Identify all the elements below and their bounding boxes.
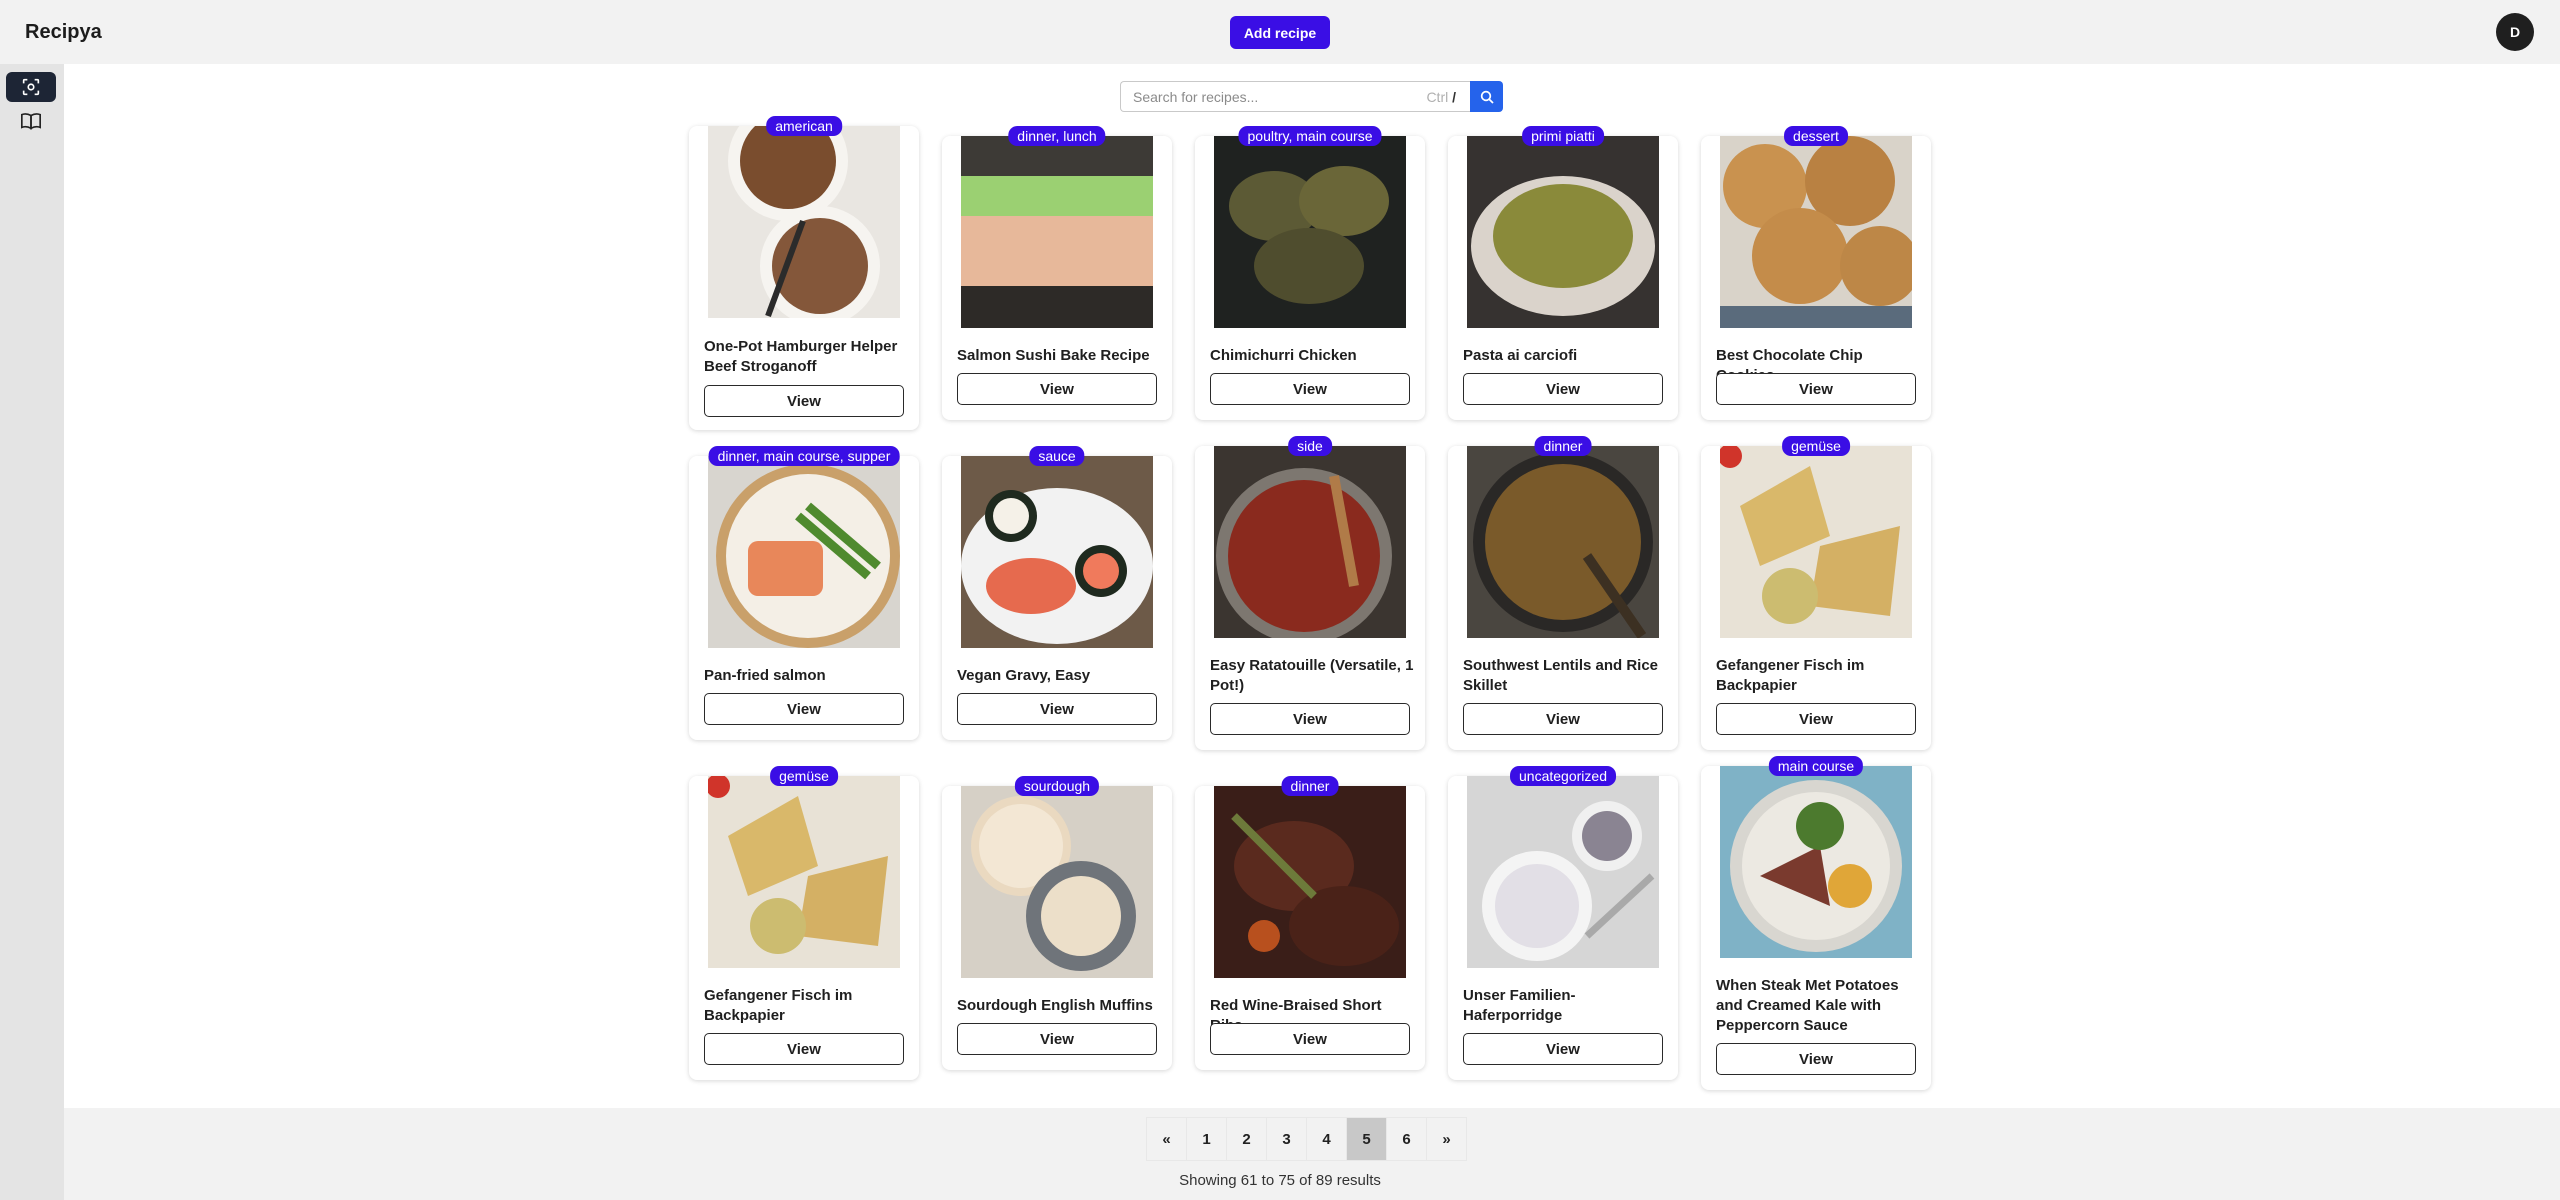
view-button[interactable]: View [1716, 703, 1916, 735]
book-icon [21, 113, 41, 130]
view-button[interactable]: View [1210, 373, 1410, 405]
recipe-title: When Steak Met Potatoes and Creamed Kale… [1716, 977, 1899, 1034]
pagination-page-3[interactable]: 3 [1266, 1117, 1307, 1161]
app-title[interactable]: Recipya [25, 21, 102, 44]
recipe-title: Southwest Lentils and Rice Skillet [1463, 657, 1659, 694]
view-button[interactable]: View [704, 385, 904, 417]
view-button[interactable]: View [704, 1033, 904, 1065]
recipe-image[interactable] [961, 456, 1153, 648]
recipe-card: dinner Red Wine-Braised Short Ribs View [1195, 776, 1425, 1070]
category-tag: gemüse [770, 766, 838, 786]
add-recipe-button[interactable]: Add recipe [1230, 16, 1330, 49]
recipe-card: uncategorized Unser Familien-Haferporrid… [1448, 766, 1678, 1080]
recipe-card: gemüse Gefangener Fisch im Backpapier Vi… [689, 766, 919, 1080]
category-tag: dinner, lunch [1008, 126, 1106, 146]
recipe-title: Gefangener Fisch im Backpapier [704, 987, 853, 1024]
pagination: « 1 2 3 4 5 6 » [1146, 1117, 1467, 1161]
recipe-card: american One-Pot Hamburger Helper Beef S… [689, 116, 919, 430]
category-tag: uncategorized [1510, 766, 1616, 786]
category-tag: american [766, 116, 842, 136]
category-tag: dessert [1784, 126, 1848, 146]
user-avatar[interactable]: D [2496, 13, 2534, 51]
view-button[interactable]: View [1210, 1023, 1410, 1055]
pagination-page-5[interactable]: 5 [1346, 1117, 1387, 1161]
recipe-card: dinner, main course, supper Pan-fried sa… [689, 446, 919, 740]
search-shortcut-hint: Ctrl / [1426, 89, 1456, 105]
search-icon [1480, 90, 1494, 104]
category-tag: primi piatti [1522, 126, 1604, 146]
recipe-title: Pan-fried salmon [704, 667, 826, 684]
sidebar-item-cookbooks[interactable] [6, 106, 56, 136]
recipe-title: Easy Ratatouille (Versatile, 1 Pot!) [1210, 657, 1414, 694]
pagination-page-6[interactable]: 6 [1386, 1117, 1427, 1161]
recipe-image[interactable] [1214, 786, 1406, 978]
recipe-image[interactable] [1720, 136, 1912, 328]
recipe-image[interactable] [1467, 446, 1659, 638]
recipe-card: gemüse Gefangener Fisch im Backpapier Vi… [1701, 436, 1931, 750]
category-tag: sourdough [1014, 776, 1100, 796]
search-button[interactable] [1470, 81, 1503, 112]
recipe-image[interactable] [1467, 136, 1659, 328]
recipe-image[interactable] [1467, 776, 1659, 968]
pagination-page-2[interactable]: 2 [1226, 1117, 1267, 1161]
pagination-page-4[interactable]: 4 [1306, 1117, 1347, 1161]
results-count: Showing 61 to 75 of 89 results [1179, 1172, 1381, 1189]
recipe-image[interactable] [1214, 446, 1406, 638]
recipe-image[interactable] [961, 136, 1153, 328]
recipe-image[interactable] [1214, 136, 1406, 328]
sidebar [0, 64, 64, 1200]
category-tag: dinner, main course, supper [708, 446, 900, 466]
pagination-page-1[interactable]: 1 [1186, 1117, 1227, 1161]
recipe-card: poultry, main course Chimichurri Chicken… [1195, 126, 1425, 420]
view-button[interactable]: View [1463, 373, 1663, 405]
recipe-title: Sourdough English Muffins [957, 997, 1153, 1014]
view-button[interactable]: View [1716, 1043, 1916, 1075]
category-tag: dinner [1534, 436, 1592, 456]
recipe-title: Chimichurri Chicken [1210, 347, 1357, 364]
category-tag: sauce [1029, 446, 1085, 466]
recipe-title: Pasta ai carciofi [1463, 347, 1578, 364]
view-button[interactable]: View [704, 693, 904, 725]
view-button[interactable]: View [957, 373, 1157, 405]
recipe-title: Gefangener Fisch im Backpapier [1716, 657, 1865, 694]
category-tag: gemüse [1782, 436, 1850, 456]
category-tag: main course [1768, 756, 1864, 776]
recipe-image[interactable] [1720, 446, 1912, 638]
recipe-card: dinner, lunch Salmon Sushi Bake Recipe V… [942, 126, 1172, 420]
recipe-image[interactable] [708, 456, 900, 648]
recipe-title: Unser Familien-Haferporridge [1463, 987, 1576, 1024]
recipe-image[interactable] [961, 786, 1153, 978]
recipe-title: One-Pot Hamburger Helper Beef Stroganoff [704, 338, 898, 375]
recipe-title: Salmon Sushi Bake Recipe [957, 347, 1150, 364]
view-button[interactable]: View [1463, 1033, 1663, 1065]
category-tag: poultry, main course [1238, 126, 1382, 146]
view-button[interactable]: View [957, 693, 1157, 725]
recipe-card: sourdough Sourdough English Muffins View [942, 776, 1172, 1070]
view-button[interactable]: View [1463, 703, 1663, 735]
recipe-card: primi piatti Pasta ai carciofi View [1448, 126, 1678, 420]
category-tag: side [1288, 436, 1332, 456]
recipe-card: side Easy Ratatouille (Versatile, 1 Pot!… [1195, 436, 1425, 750]
pagination-prev[interactable]: « [1146, 1117, 1187, 1161]
recipe-title: Vegan Gravy, Easy [957, 667, 1091, 684]
view-button[interactable]: View [957, 1023, 1157, 1055]
recipe-card: sauce Vegan Gravy, Easy View [942, 446, 1172, 740]
scan-icon [22, 78, 40, 96]
recipe-image[interactable] [708, 776, 900, 968]
search-bar: Ctrl / [1120, 81, 1503, 112]
recipe-image[interactable] [1720, 766, 1912, 958]
category-tag: dinner [1281, 776, 1339, 796]
recipe-card: dinner Southwest Lentils and Rice Skille… [1448, 436, 1678, 750]
pagination-next[interactable]: » [1426, 1117, 1467, 1161]
sidebar-item-scan[interactable] [6, 72, 56, 102]
recipe-card: dessert Best Chocolate Chip Cookies View [1701, 126, 1931, 420]
recipe-image[interactable] [708, 126, 900, 318]
recipe-card: main course When Steak Met Potatoes and … [1701, 756, 1931, 1090]
search-input[interactable] [1121, 82, 1470, 111]
view-button[interactable]: View [1716, 373, 1916, 405]
view-button[interactable]: View [1210, 703, 1410, 735]
